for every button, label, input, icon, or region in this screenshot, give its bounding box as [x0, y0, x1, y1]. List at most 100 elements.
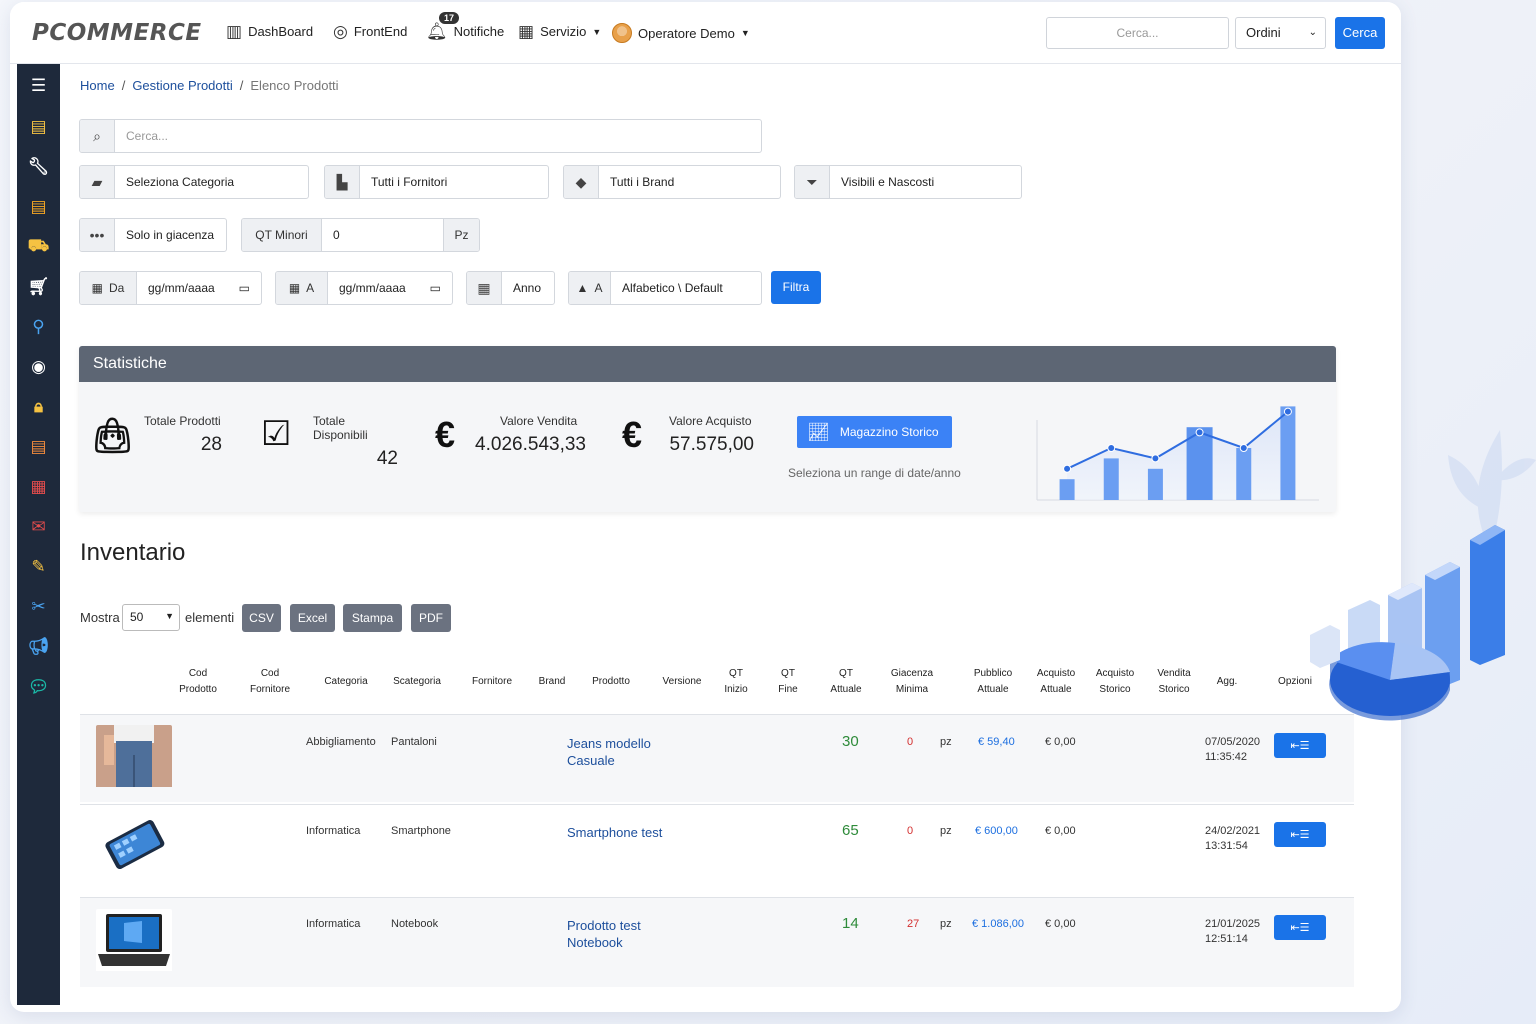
- stat-value: 28: [200, 434, 222, 455]
- year-select[interactable]: ▦ Anno: [466, 271, 555, 305]
- column-header-line: Scategoria: [393, 676, 441, 687]
- nav-notifiche[interactable]: 🔔︎ Notifiche: [426, 23, 504, 40]
- column-header-line: Agg.: [1216, 676, 1238, 687]
- column-header[interactable]: Fornitore: [472, 674, 512, 690]
- updated-date-cell: 07/05/2020: [1205, 736, 1261, 748]
- menu-icon[interactable]: ☰: [17, 74, 60, 98]
- top-navbar: PCOMMERCE ▥ DashBoard ◎ FrontEnd 17 🔔︎ N…: [10, 2, 1401, 64]
- product-thumbnail[interactable]: [96, 725, 172, 790]
- search-scope-select[interactable]: Ordini ⌄: [1235, 17, 1326, 49]
- stock-filter-select[interactable]: ••• Solo in giacenza: [79, 218, 227, 252]
- search-scope-value: Ordini: [1246, 25, 1281, 40]
- column-header[interactable]: Pubblico Attuale: [974, 666, 1012, 698]
- top-search-button[interactable]: Cerca: [1335, 17, 1385, 49]
- product-name-link[interactable]: Prodotto test Notebook: [567, 917, 641, 951]
- product-name-link[interactable]: Smartphone test: [567, 824, 662, 841]
- nav-servizio[interactable]: ▦ Servizio ▼: [518, 23, 601, 40]
- category-select[interactable]: ▰ Seleziona Categoria: [79, 165, 309, 199]
- qt-attuale-cell: 14: [842, 915, 859, 932]
- column-header[interactable]: Scategoria: [393, 674, 441, 690]
- column-header[interactable]: QT Fine: [778, 666, 797, 698]
- column-header-line: Giacenza: [890, 668, 934, 679]
- column-header[interactable]: Vendita Storico: [1157, 666, 1190, 698]
- product-name-link[interactable]: Jeans modello Casuale: [567, 735, 651, 769]
- nav-dashboard[interactable]: ▥ DashBoard: [226, 23, 313, 40]
- table-row[interactable]: Abbigliamento Pantaloni Jeans modello Casua…: [80, 715, 1354, 802]
- map-pin-icon[interactable]: ⚲: [17, 315, 60, 339]
- product-thumbnail[interactable]: [96, 909, 172, 974]
- calendar-picker-icon[interactable]: ▭: [430, 281, 441, 295]
- product-thumbnail[interactable]: [96, 814, 172, 879]
- row-divider: [80, 804, 1354, 805]
- export-pdf-button[interactable]: PDF: [411, 604, 451, 632]
- row-options-button[interactable]: ⇤☰: [1274, 822, 1326, 847]
- avatar: [612, 23, 632, 43]
- decorative-illustration: [1310, 430, 1536, 721]
- print-button[interactable]: Stampa: [343, 604, 402, 632]
- chat-icon[interactable]: 💬︎: [17, 675, 60, 699]
- book-icon: ▰: [80, 166, 115, 198]
- calendar-picker-icon[interactable]: ▭: [239, 281, 250, 295]
- unit-cell: pz: [940, 918, 952, 930]
- date-from-input[interactable]: gg/mm/aaaa ▭: [137, 272, 261, 304]
- date-from-text: Da: [109, 281, 125, 295]
- stat-label: Valore Vendita: [500, 414, 578, 428]
- basket-icon[interactable]: 🛒︎: [17, 275, 60, 299]
- column-header-line: Fornitore: [249, 684, 291, 695]
- row-options-button[interactable]: ⇤☰: [1274, 915, 1326, 940]
- file-icon[interactable]: ▤: [17, 435, 60, 459]
- store-icon[interactable]: ▤: [17, 115, 60, 139]
- document-icon[interactable]: ▤: [17, 195, 60, 219]
- breadcrumb-gestione-prodotti[interactable]: Gestione Prodotti: [132, 78, 232, 93]
- product-search-input[interactable]: Cerca...: [115, 120, 761, 152]
- chart-point: [1195, 428, 1204, 437]
- column-header[interactable]: Categoria: [324, 674, 367, 690]
- pencil-icon[interactable]: ✎: [17, 555, 60, 579]
- column-header[interactable]: Cod Fornitore: [250, 666, 290, 698]
- truck-icon[interactable]: ⛟: [17, 235, 60, 259]
- supplier-select[interactable]: ▙ Tutti i Fornitori: [324, 165, 549, 199]
- qt-minori-input[interactable]: 0: [322, 219, 443, 251]
- stat-label: Totale Disponibili: [313, 414, 368, 442]
- top-search-input[interactable]: Cerca...: [1046, 17, 1229, 49]
- category-cell: Informatica: [306, 825, 361, 837]
- grid-icon[interactable]: ▦: [17, 475, 60, 499]
- breadcrumb-home[interactable]: Home: [80, 78, 115, 93]
- column-header[interactable]: Agg.: [1217, 674, 1238, 690]
- megaphone-icon[interactable]: 📢︎: [17, 635, 60, 659]
- column-header[interactable]: Prodotto: [592, 674, 630, 690]
- date-to-input[interactable]: gg/mm/aaaa ▭: [328, 272, 452, 304]
- mail-icon[interactable]: ✉: [17, 515, 60, 539]
- column-header[interactable]: Cod Prodotto: [179, 666, 217, 698]
- column-header-line: Cod: [260, 668, 280, 679]
- filter-button[interactable]: Filtra: [771, 271, 821, 304]
- column-header[interactable]: Acquisto Attuale: [1037, 666, 1075, 698]
- export-excel-button[interactable]: Excel: [290, 604, 335, 632]
- nav-frontend[interactable]: ◎ FrontEnd: [333, 23, 407, 40]
- visibility-select[interactable]: ⏷ Visibili e Nascosti: [794, 165, 1022, 199]
- updated-date-cell: 24/02/2021: [1205, 825, 1261, 837]
- scissors-icon[interactable]: ✂: [17, 595, 60, 619]
- sort-select[interactable]: ▲ A Alfabetico \ Default: [568, 271, 762, 305]
- column-header[interactable]: QT Inizio: [724, 666, 747, 698]
- magazzino-storico-button[interactable]: 📈︎ Magazzino Storico: [797, 416, 952, 448]
- target-icon[interactable]: ◉: [17, 355, 60, 379]
- wrench-icon[interactable]: 🔧︎: [17, 155, 60, 179]
- page-size-select[interactable]: 50 ▼: [122, 604, 180, 631]
- table-row[interactable]: Informatica Smartphone Smartphone test 65 0 p…: [80, 804, 1354, 897]
- table-row[interactable]: Informatica Notebook Prodotto test Notebook…: [80, 897, 1354, 987]
- column-header[interactable]: Versione: [663, 674, 702, 690]
- sort-label-text: A: [594, 281, 603, 295]
- sidebar: ☰ ▤ 🔧︎ ▤ ⛟ 🛒︎ ⚲ ◉ 🔒︎ ▤ ▦ ✉ ✎ ✂ 📢︎ 💬︎: [17, 64, 60, 1005]
- column-header[interactable]: QT Attuale: [830, 666, 861, 698]
- chart-bar: [1103, 458, 1119, 500]
- column-header[interactable]: Acquisto Storico: [1096, 666, 1134, 698]
- column-header[interactable]: Giacenza Minima: [891, 666, 933, 698]
- brand-logo[interactable]: PCOMMERCE: [32, 20, 202, 46]
- list-icon: ⇤☰: [1290, 922, 1310, 934]
- nav-operatore[interactable]: Operatore Demo ▼: [612, 23, 750, 43]
- lock-icon[interactable]: 🔒︎: [17, 395, 60, 419]
- export-csv-button[interactable]: CSV: [242, 604, 281, 632]
- brand-select[interactable]: ◆ Tutti i Brand: [563, 165, 781, 199]
- column-header[interactable]: Brand: [539, 674, 566, 690]
